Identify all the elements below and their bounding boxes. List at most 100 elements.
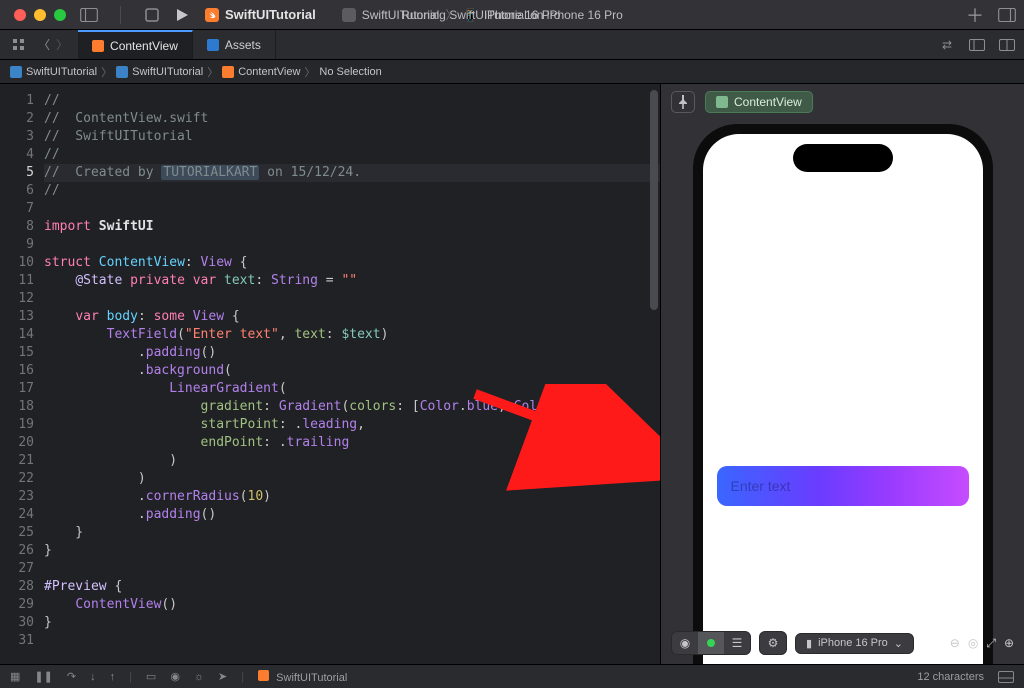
- device-settings-button[interactable]: ⚙: [759, 631, 787, 655]
- close-window-button[interactable]: [14, 9, 26, 21]
- zoom-fit-button[interactable]: ⤢: [986, 636, 996, 651]
- debug-target[interactable]: SwiftUITutorial: [258, 670, 347, 684]
- adjust-editor-options-icon[interactable]: ⇄: [938, 36, 956, 54]
- code-area[interactable]: //// ContentView.swift// SwiftUITutorial…: [44, 84, 660, 664]
- preview-device-label: iPhone 16 Pro: [818, 637, 888, 649]
- jumpbar-item[interactable]: SwiftUITutorial: [132, 66, 203, 78]
- add-button[interactable]: ＋: [966, 6, 984, 24]
- env-overrides-icon[interactable]: ☼: [194, 671, 204, 683]
- code-line[interactable]: ): [44, 452, 660, 470]
- code-line[interactable]: //: [44, 182, 660, 200]
- live-preview-button[interactable]: ◉: [672, 632, 698, 654]
- swift-process-icon: [258, 670, 269, 681]
- forward-icon[interactable]: 〉: [56, 36, 68, 53]
- zoom-window-button[interactable]: [54, 9, 66, 21]
- project-icon: [10, 66, 22, 78]
- stop-button[interactable]: [143, 6, 161, 24]
- code-line[interactable]: ContentView(): [44, 596, 660, 614]
- code-line[interactable]: }: [44, 542, 660, 560]
- editor-tabbar: 〈 〉 ContentView Assets ⇄: [0, 30, 1024, 60]
- code-line[interactable]: .padding(): [44, 506, 660, 524]
- jumpbar-item[interactable]: No Selection: [319, 66, 381, 78]
- debug-toggle-icon[interactable]: ▦: [10, 670, 20, 683]
- pin-preview-button[interactable]: [671, 91, 695, 113]
- folder-icon: [116, 66, 128, 78]
- code-line[interactable]: //: [44, 92, 660, 110]
- jumpbar-item[interactable]: ContentView: [238, 66, 300, 78]
- tab-label: ContentView: [110, 39, 178, 53]
- code-line[interactable]: var body: some View {: [44, 308, 660, 326]
- code-line[interactable]: startPoint: .leading,: [44, 416, 660, 434]
- code-line[interactable]: struct ContentView: View {: [44, 254, 660, 272]
- code-line[interactable]: endPoint: .trailing: [44, 434, 660, 452]
- code-line[interactable]: }: [44, 524, 660, 542]
- code-line[interactable]: [44, 290, 660, 308]
- code-line[interactable]: // ContentView.swift: [44, 110, 660, 128]
- code-line[interactable]: .padding(): [44, 344, 660, 362]
- code-line[interactable]: .background(: [44, 362, 660, 380]
- toggle-debug-area-icon[interactable]: [998, 671, 1014, 683]
- phone-icon: ▮: [806, 637, 812, 650]
- code-line[interactable]: [44, 632, 660, 650]
- tab-label: Assets: [225, 38, 261, 52]
- run-button[interactable]: [173, 6, 191, 24]
- jumpbar-item[interactable]: SwiftUITutorial: [26, 66, 97, 78]
- preview-device-picker[interactable]: ▮ iPhone 16 Pro ⌄: [795, 633, 914, 654]
- back-icon[interactable]: 〈: [38, 36, 50, 53]
- editor-layout-icon[interactable]: [968, 36, 986, 54]
- swift-scheme-icon: [205, 8, 219, 22]
- swift-file-icon: [92, 40, 104, 52]
- code-line[interactable]: [44, 200, 660, 218]
- code-editor[interactable]: 1234567891011121314151617181920212223242…: [0, 84, 660, 664]
- zoom-out-button[interactable]: ⊖: [950, 636, 960, 651]
- preview-canvas: ContentView Enter text ◉ ☰: [660, 84, 1024, 664]
- app-target-icon: [342, 8, 356, 22]
- code-line[interactable]: // Created by TUTORIALKART on 15/12/24.: [44, 164, 660, 182]
- related-items-icon[interactable]: [10, 36, 28, 54]
- preview-mode-segment[interactable]: ◉ ☰: [671, 631, 751, 655]
- device-bezel: Enter text: [693, 124, 993, 664]
- preview-selector-chip[interactable]: ContentView: [705, 91, 813, 113]
- location-icon[interactable]: ➤: [218, 670, 227, 683]
- char-count: 12 characters: [917, 671, 984, 683]
- device-screen[interactable]: Enter text: [703, 134, 983, 664]
- code-line[interactable]: import SwiftUI: [44, 218, 660, 236]
- code-line[interactable]: #Preview {: [44, 578, 660, 596]
- code-line[interactable]: [44, 560, 660, 578]
- add-editor-icon[interactable]: [998, 36, 1016, 54]
- tab-assets[interactable]: Assets: [193, 30, 276, 59]
- chevron-down-icon: ⌄: [894, 637, 903, 650]
- debug-bar: ▦ ❚❚ ↷ ↓ ↑ | ▭ ◉ ☼ ➤ | SwiftUITutorial 1…: [0, 664, 1024, 688]
- pause-icon[interactable]: ❚❚: [34, 670, 52, 683]
- minimize-window-button[interactable]: [34, 9, 46, 21]
- view-debugger-icon[interactable]: ▭: [146, 670, 156, 683]
- code-line[interactable]: LinearGradient(: [44, 380, 660, 398]
- window-controls: [0, 9, 80, 21]
- zoom-reset-button[interactable]: ◎: [968, 636, 978, 651]
- step-into-icon[interactable]: ↓: [90, 671, 96, 683]
- selectable-preview-button[interactable]: [698, 632, 724, 654]
- code-line[interactable]: //: [44, 146, 660, 164]
- preview-textfield[interactable]: Enter text: [717, 466, 969, 506]
- step-over-icon[interactable]: ↷: [67, 670, 76, 683]
- toggle-navigator-icon[interactable]: [80, 6, 98, 24]
- editor-scrollbar[interactable]: [650, 88, 658, 660]
- code-line[interactable]: [44, 236, 660, 254]
- zoom-in-button[interactable]: ⊕: [1004, 636, 1014, 651]
- code-line[interactable]: ): [44, 470, 660, 488]
- variants-preview-button[interactable]: ☰: [724, 632, 750, 654]
- code-line[interactable]: gradient: Gradient(colors: [Color.blue, …: [44, 398, 660, 416]
- main-split: 1234567891011121314151617181920212223242…: [0, 84, 1024, 664]
- code-line[interactable]: .cornerRadius(10): [44, 488, 660, 506]
- step-out-icon[interactable]: ↑: [110, 671, 116, 683]
- toggle-inspector-icon[interactable]: [998, 6, 1016, 24]
- jump-bar[interactable]: SwiftUITutorial 〉 SwiftUITutorial 〉 Cont…: [0, 60, 1024, 84]
- tab-contentview[interactable]: ContentView: [78, 30, 193, 59]
- code-line[interactable]: // SwiftUITutorial: [44, 128, 660, 146]
- code-line[interactable]: }: [44, 614, 660, 632]
- code-line[interactable]: TextField("Enter text", text: $text): [44, 326, 660, 344]
- assets-icon: [207, 39, 219, 51]
- scheme-name[interactable]: SwiftUITutorial: [225, 7, 316, 22]
- memory-graph-icon[interactable]: ◉: [170, 670, 180, 683]
- code-line[interactable]: @State private var text: String = "": [44, 272, 660, 290]
